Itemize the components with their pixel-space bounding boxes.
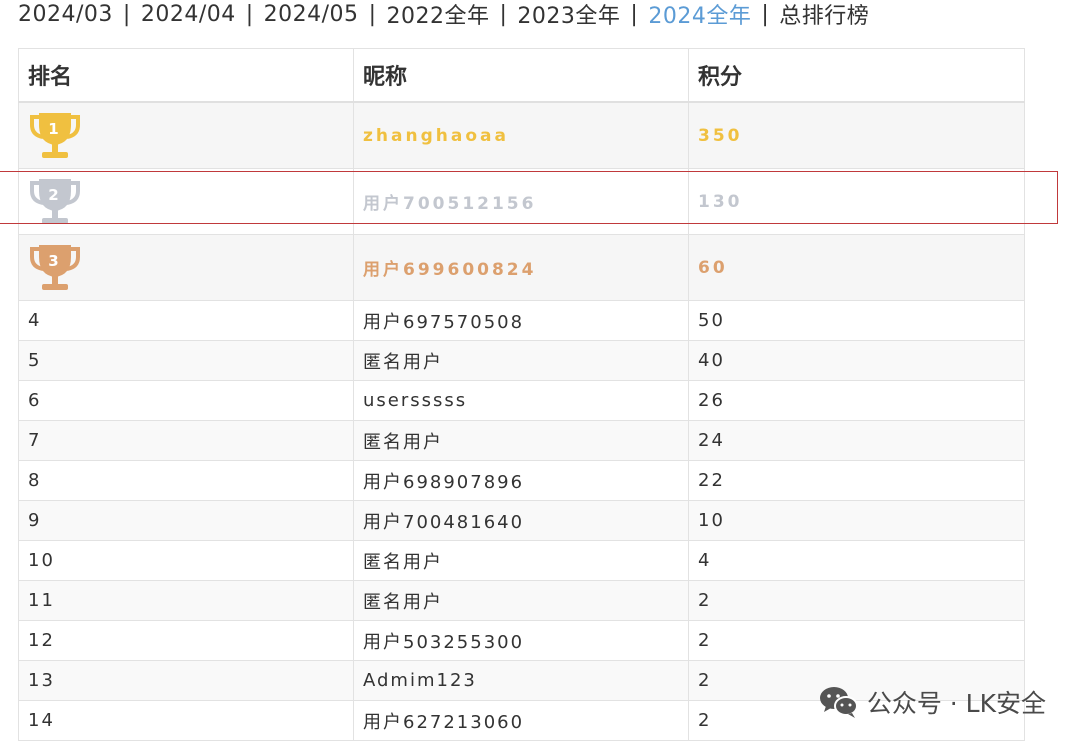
nickname-cell: 匿名用户: [353, 420, 689, 461]
nav-separator: |: [499, 1, 508, 27]
score-cell: 10: [688, 500, 1025, 541]
score-cell: 130: [688, 168, 1025, 235]
rank-cell: 5: [18, 340, 354, 381]
trophy-rank-number: 1: [48, 120, 61, 138]
rank-cell: 3: [18, 234, 354, 301]
gold-trophy-icon: 1: [30, 112, 80, 158]
header-rank: 排名: [18, 48, 354, 103]
rank-cell: 1: [18, 101, 354, 169]
table-row: 10 匿名用户 4: [18, 540, 1025, 581]
rank-cell: 9: [18, 500, 354, 541]
period-link-2024-03[interactable]: 2024/03: [18, 2, 113, 27]
trophy-rank-number: 3: [48, 252, 61, 270]
table-row: 8 用户698907896 22: [18, 460, 1025, 501]
nickname-cell: 匿名用户: [353, 340, 689, 381]
rank-cell: 13: [18, 660, 354, 701]
nav-separator: |: [368, 1, 377, 27]
nav-separator: |: [761, 1, 770, 27]
nickname-cell: 用户627213060: [353, 700, 689, 741]
table-row: 9 用户700481640 10: [18, 500, 1025, 541]
table-row: 3 用户699600824 60: [18, 234, 1025, 301]
score-cell: 22: [688, 460, 1025, 501]
table-row: 1 zhanghaoaa 350: [18, 101, 1025, 169]
nickname-cell: Admim123: [353, 660, 689, 701]
rank-cell: 6: [18, 380, 354, 421]
period-link-2022-year[interactable]: 2022全年: [386, 0, 489, 30]
table-row: 12 用户503255300 2: [18, 620, 1025, 661]
rank-cell: 4: [18, 300, 354, 341]
period-link-2024-year[interactable]: 2024全年: [648, 0, 751, 30]
bronze-trophy-icon: 3: [30, 244, 80, 290]
score-cell: 2: [688, 620, 1025, 661]
period-link-2024-05[interactable]: 2024/05: [264, 2, 359, 27]
nav-separator: |: [245, 1, 254, 27]
table-row: 7 匿名用户 24: [18, 420, 1025, 461]
score-cell: 2: [688, 580, 1025, 621]
wechat-icon: [819, 687, 858, 718]
nickname-cell: 匿名用户: [353, 580, 689, 621]
nickname-cell: 用户697570508: [353, 300, 689, 341]
trophy-rank-number: 2: [48, 186, 61, 204]
nickname-cell: 用户698907896: [353, 460, 689, 501]
period-link-2024-04[interactable]: 2024/04: [141, 2, 236, 27]
nav-separator: |: [122, 1, 131, 27]
table-row: 2 用户700512156 130: [18, 168, 1025, 235]
score-cell: 24: [688, 420, 1025, 461]
watermark: 公众号 · LK安全: [819, 684, 1046, 720]
rank-cell: 2: [18, 168, 354, 235]
rank-cell: 8: [18, 460, 354, 501]
table-row: 6 usersssss 26: [18, 380, 1025, 421]
score-cell: 26: [688, 380, 1025, 421]
score-cell: 40: [688, 340, 1025, 381]
silver-trophy-icon: 2: [30, 178, 80, 224]
nav-separator: |: [630, 1, 639, 27]
nickname-cell: zhanghaoaa: [353, 101, 689, 169]
ranking-table: 排名 昵称 积分 1 zhanghaoaa 350 2 用户700512156 …: [18, 48, 1025, 741]
period-nav: 2024/03 | 2024/04 | 2024/05 | 2022全年 | 2…: [18, 0, 869, 30]
table-row: 4 用户697570508 50: [18, 300, 1025, 341]
header-nickname: 昵称: [353, 48, 689, 103]
header-score: 积分: [688, 48, 1025, 103]
rank-cell: 10: [18, 540, 354, 581]
nickname-cell: 用户700512156: [353, 168, 689, 235]
period-link-all-time[interactable]: 总排行榜: [779, 0, 869, 30]
nickname-cell: 用户699600824: [353, 234, 689, 301]
score-cell: 50: [688, 300, 1025, 341]
table-header-row: 排名 昵称 积分: [18, 48, 1025, 103]
period-link-2023-year[interactable]: 2023全年: [517, 0, 620, 30]
score-cell: 60: [688, 234, 1025, 301]
score-cell: 350: [688, 101, 1025, 169]
nickname-cell: 匿名用户: [353, 540, 689, 581]
score-cell: 4: [688, 540, 1025, 581]
rank-cell: 14: [18, 700, 354, 741]
nickname-cell: 用户700481640: [353, 500, 689, 541]
rank-cell: 11: [18, 580, 354, 621]
rank-cell: 7: [18, 420, 354, 461]
table-row: 11 匿名用户 2: [18, 580, 1025, 621]
rank-cell: 12: [18, 620, 354, 661]
table-row: 5 匿名用户 40: [18, 340, 1025, 381]
nickname-cell: usersssss: [353, 380, 689, 421]
watermark-text: 公众号 · LK安全: [866, 689, 1046, 718]
nickname-cell: 用户503255300: [353, 620, 689, 661]
